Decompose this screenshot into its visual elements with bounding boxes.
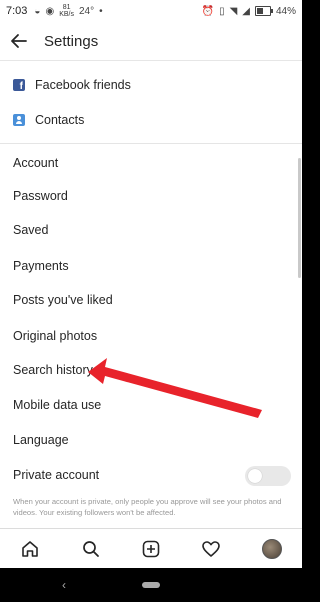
bottom-tab-bar: [0, 528, 302, 569]
private-account-item[interactable]: Private account: [0, 458, 302, 492]
page-title: Settings: [44, 32, 99, 50]
alarm-icon: ⏰: [201, 5, 215, 17]
signal-icon: ◢: [242, 5, 250, 17]
scrollbar[interactable]: [298, 158, 301, 278]
wifi-icon: ◥: [229, 5, 238, 17]
system-back-icon[interactable]: ‹: [62, 578, 66, 592]
settings-list: Facebook friends Contacts Account Passwo…: [0, 61, 302, 528]
facebook-icon: [13, 79, 25, 92]
status-time: 7:03: [6, 5, 28, 17]
toggle-knob: [248, 469, 262, 483]
divider: [0, 143, 302, 144]
search-icon[interactable]: [80, 538, 102, 560]
system-home-pill[interactable]: [142, 582, 160, 588]
system-nav-bar: ‹: [0, 568, 302, 602]
contacts-item[interactable]: Contacts: [0, 103, 302, 137]
heart-icon[interactable]: [200, 538, 222, 560]
contacts-icon: [13, 114, 25, 126]
notification-icon: ◒: [34, 5, 41, 17]
chrome-icon: ◉: [45, 5, 55, 17]
search-history-item[interactable]: Search history: [0, 353, 302, 387]
facebook-friends-label: Facebook friends: [35, 78, 131, 92]
battery-icon: [254, 6, 273, 16]
battery-percent: 44%: [275, 5, 296, 17]
dot-icon: •: [99, 5, 103, 17]
profile-avatar[interactable]: [261, 538, 283, 560]
contacts-label: Contacts: [35, 113, 85, 127]
section-header-account: Account: [13, 156, 59, 170]
temperature: 24°: [79, 5, 95, 17]
language-item[interactable]: Language: [0, 423, 302, 457]
status-bar: 7:03 ◒ ◉ 81 KB/s 24° • ⏰ ▯ ◥ ◢ 44%: [0, 0, 302, 22]
payments-item[interactable]: Payments: [0, 249, 302, 283]
saved-item[interactable]: Saved: [0, 213, 302, 247]
app-bar: Settings: [0, 22, 302, 61]
back-arrow-icon[interactable]: [8, 30, 30, 52]
vibrate-icon: ▯: [219, 5, 225, 17]
password-item[interactable]: Password: [0, 179, 302, 213]
facebook-friends-item[interactable]: Facebook friends: [0, 68, 302, 102]
private-account-note: When your account is private, only peopl…: [13, 497, 282, 517]
posts-liked-item[interactable]: Posts you've liked: [0, 283, 302, 317]
original-photos-item[interactable]: Original photos: [0, 319, 302, 353]
add-post-icon[interactable]: [140, 538, 162, 560]
home-icon[interactable]: [19, 538, 41, 560]
avatar: [261, 539, 282, 559]
mobile-data-use-item[interactable]: Mobile data use: [0, 388, 302, 422]
network-speed: 81 KB/s: [59, 4, 74, 18]
private-account-toggle[interactable]: [245, 466, 291, 486]
app-screen: 7:03 ◒ ◉ 81 KB/s 24° • ⏰ ▯ ◥ ◢ 44% Setti…: [0, 0, 302, 602]
